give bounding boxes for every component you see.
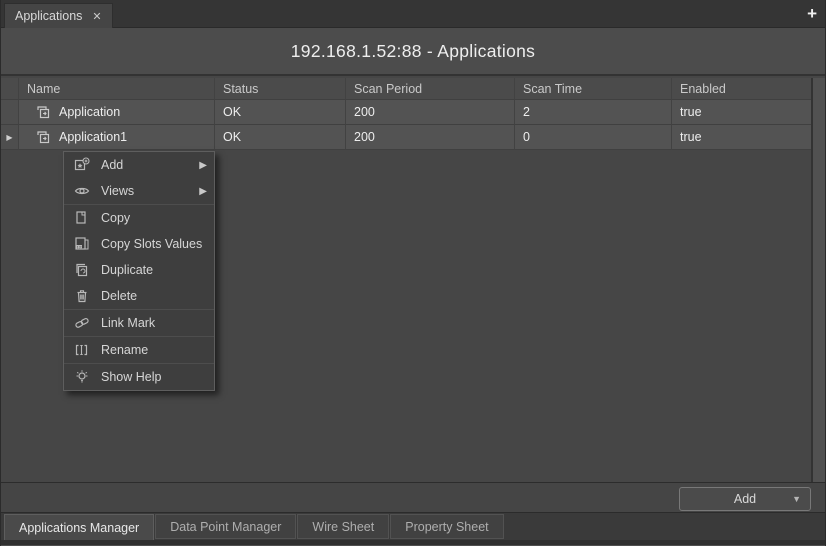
eye-icon: [74, 183, 90, 199]
tab-property-sheet[interactable]: Property Sheet: [390, 514, 503, 539]
menu-item-rename[interactable]: Rename: [64, 336, 214, 363]
tab-applications-manager[interactable]: Applications Manager: [4, 514, 154, 541]
cell-enabled[interactable]: true: [672, 125, 813, 150]
cell-scan-time[interactable]: 2: [515, 100, 672, 125]
table-row-selected[interactable]: ▶ Application1 OK 200 0 true: [1, 125, 813, 150]
close-tab-icon[interactable]: ✕: [92, 10, 101, 23]
add-dropdown-button[interactable]: Add ▼: [679, 487, 811, 511]
title-panel: 192.168.1.52:88 - Applications: [1, 28, 825, 76]
row-gutter: [1, 100, 19, 125]
help-bulb-icon: [74, 369, 90, 385]
menu-item-label: Copy: [101, 211, 130, 225]
cell-name[interactable]: Application1: [19, 125, 215, 150]
add-widget-icon: [74, 157, 90, 173]
menu-item-link-mark[interactable]: Link Mark: [64, 309, 214, 336]
top-tab-bar: Applications ✕ +: [1, 0, 825, 28]
cell-scan-period[interactable]: 200: [346, 125, 515, 150]
menu-item-delete[interactable]: Delete: [64, 283, 214, 309]
menu-item-show-help[interactable]: Show Help: [64, 363, 214, 390]
duplicate-icon: [74, 262, 90, 278]
link-icon: [74, 315, 90, 331]
footer-bar: Add ▼: [1, 482, 825, 512]
row-gutter: ▶: [1, 125, 19, 150]
selected-row-pointer-icon: ▶: [6, 133, 12, 142]
cell-status[interactable]: OK: [215, 100, 346, 125]
table-header-row: Name Status Scan Period Scan Time Enable…: [1, 78, 813, 100]
copy-values-icon: 123: [74, 236, 90, 252]
new-tab-icon[interactable]: +: [807, 2, 817, 26]
window-bottom-edge: [1, 540, 825, 546]
cell-scan-time[interactable]: 0: [515, 125, 672, 150]
menu-item-copy-slots-values[interactable]: 123 Copy Slots Values: [64, 231, 214, 257]
tab-applications[interactable]: Applications ✕: [4, 3, 113, 28]
column-header-scan-period[interactable]: Scan Period: [346, 78, 515, 100]
menu-item-label: Link Mark: [101, 316, 155, 330]
header-gutter: [1, 78, 19, 100]
menu-item-add[interactable]: Add ▶: [64, 152, 214, 178]
menu-item-duplicate[interactable]: Duplicate: [64, 257, 214, 283]
application-icon: [36, 130, 51, 145]
submenu-arrow-icon: ▶: [199, 186, 207, 197]
menu-item-label: Copy Slots Values: [101, 237, 202, 251]
view-title: 192.168.1.52:88 - Applications: [291, 41, 535, 62]
column-header-name[interactable]: Name: [19, 78, 215, 100]
trash-icon: [74, 288, 90, 304]
menu-item-label: Rename: [101, 343, 148, 357]
menu-item-label: Add: [101, 158, 123, 172]
table-row[interactable]: Application OK 200 2 true: [1, 100, 813, 125]
cell-scan-period[interactable]: 200: [346, 100, 515, 125]
column-header-status[interactable]: Status: [215, 78, 346, 100]
application-window: Applications ✕ + 192.168.1.52:88 - Appli…: [0, 0, 826, 546]
submenu-arrow-icon: ▶: [199, 160, 207, 171]
rename-icon: [74, 342, 90, 358]
application-icon: [36, 105, 51, 120]
menu-item-label: Duplicate: [101, 263, 153, 277]
tab-applications-label: Applications: [15, 9, 82, 23]
menu-item-label: Views: [101, 184, 134, 198]
cell-name[interactable]: Application: [19, 100, 215, 125]
tab-data-point-manager[interactable]: Data Point Manager: [155, 514, 296, 539]
copy-icon: [74, 210, 90, 226]
context-menu: Add ▶ Views ▶ Copy: [63, 151, 215, 391]
bottom-tab-bar: Applications Manager Data Point Manager …: [1, 512, 825, 540]
applications-table: Name Status Scan Period Scan Time Enable…: [1, 78, 813, 150]
menu-item-label: Show Help: [101, 370, 161, 384]
add-button-label: Add: [734, 492, 756, 506]
cell-enabled[interactable]: true: [672, 100, 813, 125]
column-header-scan-time[interactable]: Scan Time: [515, 78, 672, 100]
column-header-enabled[interactable]: Enabled: [672, 78, 813, 100]
menu-item-label: Delete: [101, 289, 137, 303]
vertical-scrollbar[interactable]: [811, 78, 825, 482]
menu-item-views[interactable]: Views ▶: [64, 178, 214, 204]
tab-wire-sheet[interactable]: Wire Sheet: [297, 514, 389, 539]
cell-status[interactable]: OK: [215, 125, 346, 150]
dropdown-arrow-icon: ▼: [792, 494, 801, 504]
menu-item-copy[interactable]: Copy: [64, 204, 214, 231]
